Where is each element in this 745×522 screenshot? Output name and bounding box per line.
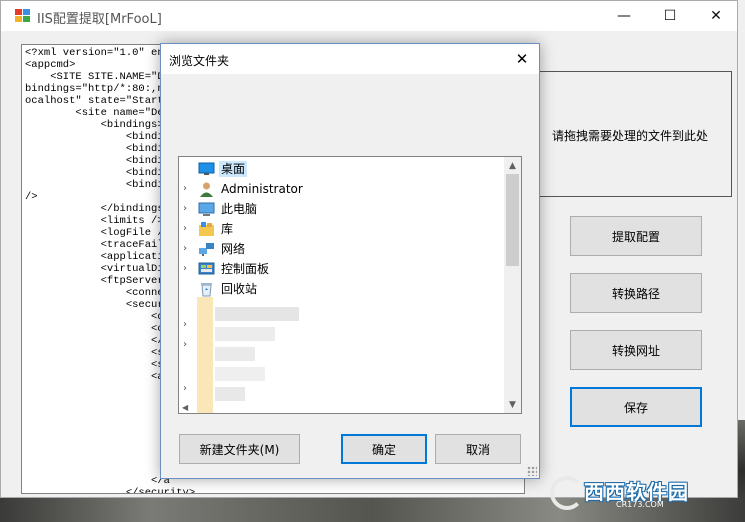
blurred-label: [215, 367, 265, 381]
drop-zone-label: 请拖拽需要处理的文件到此处: [552, 129, 709, 143]
xml-line: <limits />: [25, 215, 164, 227]
dialog-title-bar[interactable]: 浏览文件夹 ✕: [161, 44, 539, 74]
chevron-right-icon[interactable]: ›: [183, 319, 193, 331]
chevron-right-icon[interactable]: ›: [183, 339, 193, 351]
xml-line: <ftpServer>: [25, 275, 170, 287]
xml-line: <da: [25, 311, 170, 323]
xml-line: <logFile />: [25, 227, 170, 239]
blurred-label: [215, 307, 299, 321]
xml-line: <bindin: [25, 143, 170, 155]
xml-line: />: [25, 191, 38, 203]
xml-line: <appcmd>: [25, 59, 76, 71]
xml-line: ocalhost" state="Starte: [25, 95, 170, 107]
xml-line: <virtualDir: [25, 263, 170, 275]
resize-grip-icon[interactable]: [527, 466, 537, 476]
chevron-right-icon[interactable]: ›: [183, 383, 193, 395]
xml-line: <connec: [25, 287, 170, 299]
network-icon: [198, 241, 215, 257]
ok-button[interactable]: 确定: [341, 434, 427, 464]
tree-item-label: 回收站: [221, 282, 258, 296]
xml-line: <bindin: [25, 131, 170, 143]
dialog-title: 浏览文件夹: [169, 54, 230, 68]
xml-line: </security>: [25, 487, 196, 494]
xml-content: <?xml version="1.0" enc <appcmd> <SITE SI…: [25, 47, 170, 383]
xml-line: </bindings>: [25, 203, 170, 215]
user-icon: [198, 181, 215, 197]
xml-line: <SITE SITE.NAME="De: [25, 71, 170, 83]
xml-line: <ss: [25, 347, 170, 359]
desktop-icon: [198, 161, 215, 177]
desktop-background: [738, 0, 745, 522]
tree-item[interactable]: › 控制面板: [179, 259, 505, 279]
blurred-label: [215, 387, 245, 401]
xml-line: <bindings>: [25, 119, 164, 131]
watermark-circle-icon: [550, 476, 584, 510]
recycle-bin-icon: [198, 281, 215, 297]
window-title: IIS配置提取[MrFooL]: [37, 12, 162, 27]
tree-item-label: 控制面板: [221, 262, 270, 276]
xml-line: <co: [25, 323, 170, 335]
chevron-right-icon[interactable]: ›: [183, 183, 193, 195]
xml-line: <au: [25, 371, 170, 383]
scroll-up-icon[interactable]: ▲: [504, 157, 521, 174]
new-folder-button[interactable]: 新建文件夹(M): [179, 434, 300, 464]
folder-tree[interactable]: 桌面 › Administrator › 此电脑 › 库 › 网络 › 控制面板 回收站 › › › …: [178, 156, 522, 414]
save-button[interactable]: 保存: [570, 387, 702, 427]
xml-line: bindings="http/*:80:,ne: [25, 83, 170, 95]
xml-line: <traceFaile: [25, 239, 170, 251]
tree-item[interactable]: › Administrator: [179, 179, 505, 199]
tree-vertical-scrollbar[interactable]: ▲ ▼: [504, 157, 521, 413]
library-icon: [198, 221, 215, 237]
scroll-left-icon[interactable]: ◀: [182, 403, 188, 412]
tree-item-label: 库: [221, 222, 234, 236]
watermark-logo: 西西软件园 CR173.COM: [550, 476, 722, 510]
extract-config-button[interactable]: 提取配置: [570, 216, 702, 256]
app-icon: [15, 9, 31, 23]
tree-item[interactable]: › 库: [179, 219, 505, 239]
chevron-right-icon[interactable]: ›: [183, 203, 193, 215]
tree-item-label: 此电脑: [221, 202, 258, 216]
cancel-button[interactable]: 取消: [435, 434, 521, 464]
watermark-subtext: CR173.COM: [616, 500, 664, 509]
blurred-label: [215, 327, 275, 341]
tree-item[interactable]: 桌面: [179, 159, 505, 179]
convert-path-button[interactable]: 转换路径: [570, 273, 702, 313]
scroll-thumb[interactable]: [506, 174, 519, 266]
tree-item-label: 桌面: [219, 161, 248, 177]
tree-item[interactable]: 回收站: [179, 279, 505, 299]
xml-line: <bindin: [25, 167, 170, 179]
xml-line: </c: [25, 335, 170, 347]
tree-item[interactable]: › 此电脑: [179, 199, 505, 219]
chevron-right-icon[interactable]: ›: [183, 243, 193, 255]
tree-item[interactable]: › 网络: [179, 239, 505, 259]
xml-line: <site name="Def: [25, 107, 170, 119]
chevron-right-icon[interactable]: ›: [183, 263, 193, 275]
minimize-button[interactable]: —: [601, 1, 647, 31]
maximize-button[interactable]: ☐: [647, 1, 693, 31]
xml-line: <applicatio: [25, 251, 170, 263]
dialog-close-button[interactable]: ✕: [505, 44, 539, 74]
control-panel-icon: [198, 261, 215, 277]
browse-folder-dialog: 浏览文件夹 ✕ 桌面 › Administrator › 此电脑 › 库 › 网络 › 控制面板 回收…: [160, 43, 540, 479]
tree-item-label: Administrator: [221, 182, 303, 196]
xml-line: <securi: [25, 299, 170, 311]
xml-line: <?xml version="1.0" enc: [25, 47, 170, 59]
blurred-folder-icons: [197, 297, 213, 413]
close-button[interactable]: ✕: [693, 1, 739, 31]
xml-line: <bindin: [25, 155, 170, 167]
title-bar[interactable]: IIS配置提取[MrFooL] — ☐ ✕: [1, 1, 737, 31]
convert-url-button[interactable]: 转换网址: [570, 330, 702, 370]
blurred-label: [215, 347, 255, 361]
computer-icon: [198, 201, 215, 217]
scroll-down-icon[interactable]: ▼: [504, 396, 521, 413]
file-drop-zone[interactable]: 请拖拽需要处理的文件到此处: [537, 71, 732, 197]
tree-item-label: 网络: [221, 242, 246, 256]
xml-line: <ss: [25, 359, 170, 371]
chevron-right-icon[interactable]: ›: [183, 223, 193, 235]
xml-line: <bindin: [25, 179, 170, 191]
